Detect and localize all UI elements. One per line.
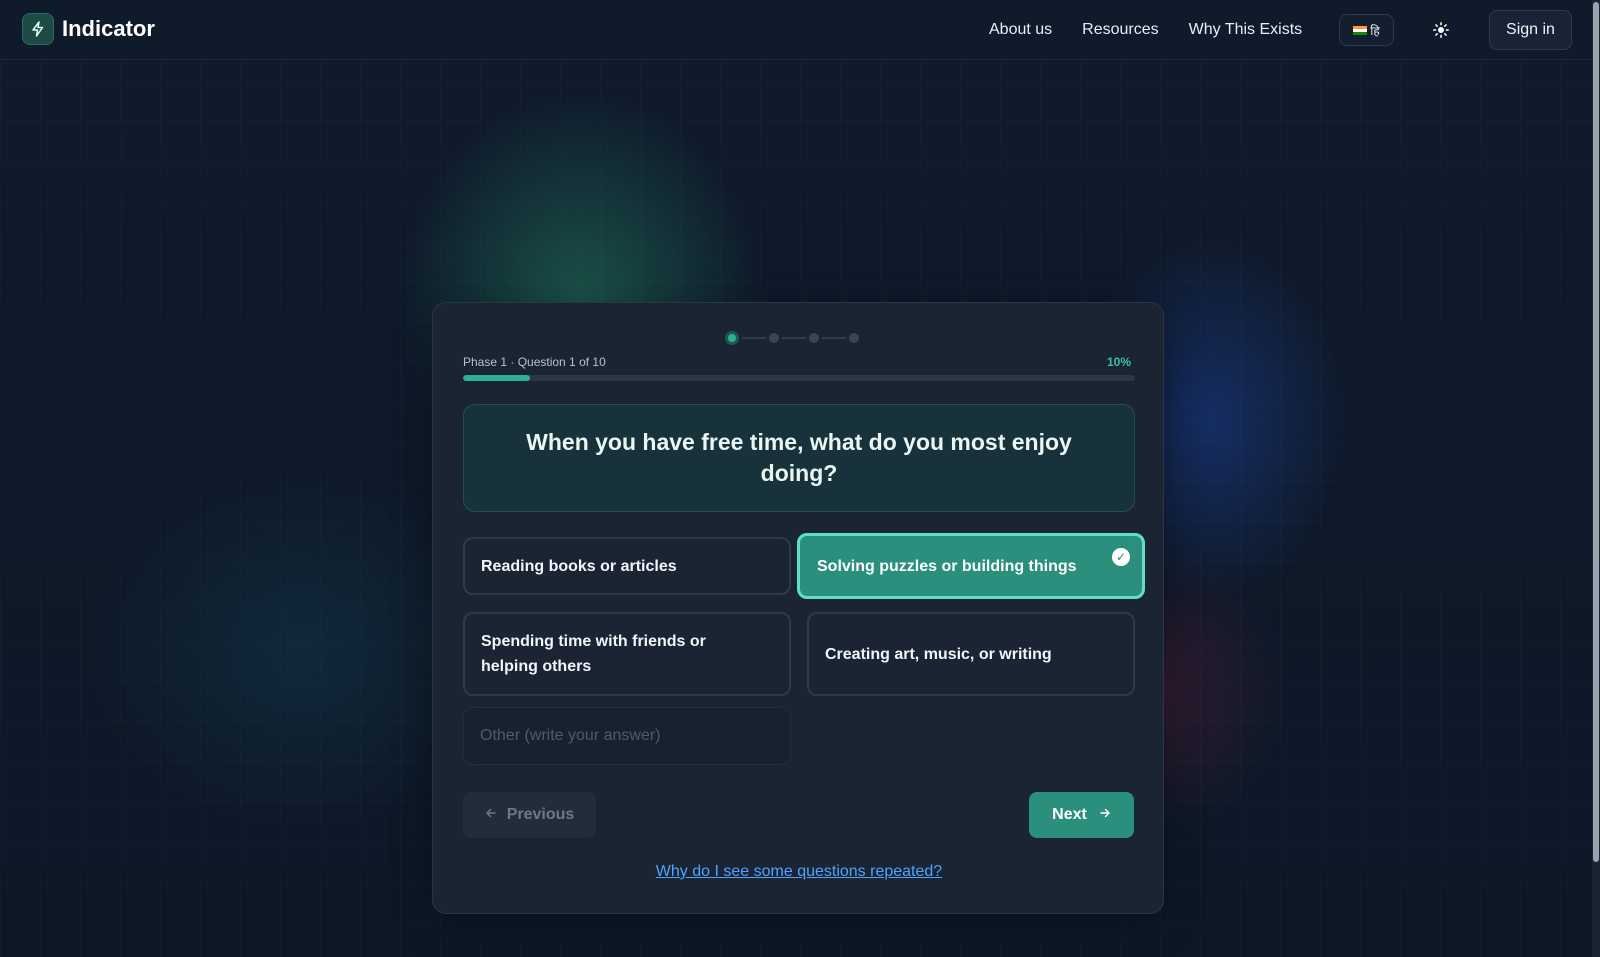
answer-option-reading[interactable]: Reading books or articles (463, 537, 791, 595)
brand-logo[interactable]: Indicator (22, 13, 155, 45)
nav-why-this-exists[interactable]: Why This Exists (1189, 21, 1303, 39)
other-answer-input[interactable] (463, 707, 791, 765)
step-dot-3 (809, 333, 819, 343)
scrollbar-thumb[interactable] (1593, 2, 1599, 862)
brand-name: Indicator (62, 16, 155, 41)
answer-option-puzzles[interactable]: Solving puzzles or building things ✓ (797, 533, 1145, 599)
option-label: Spending time with friends or helping ot… (481, 633, 706, 675)
option-label: Reading books or articles (481, 557, 677, 575)
step-connector (822, 337, 846, 339)
nav-about-us[interactable]: About us (989, 21, 1052, 39)
arrow-right-icon (1099, 806, 1111, 824)
nav-resources[interactable]: Resources (1082, 21, 1158, 39)
next-label: Next (1052, 806, 1087, 823)
question-counter: Phase 1 · Question 1 of 10 (463, 355, 606, 369)
answer-option-friends[interactable]: Spending time with friends or helping ot… (463, 612, 791, 696)
progress-percent: 10% (1106, 355, 1131, 369)
question-text: When you have free time, what do you mos… (526, 429, 1072, 486)
question-panel: When you have free time, what do you mos… (463, 404, 1135, 512)
progress-bar-fill (463, 375, 531, 381)
main-nav: About us Resources Why This Exists (989, 0, 1332, 60)
theme-toggle[interactable] (1425, 14, 1457, 46)
phase-stepper (725, 331, 859, 345)
step-dot-2 (769, 333, 779, 343)
arrow-left-icon (485, 806, 497, 824)
sun-icon (1433, 22, 1449, 38)
previous-label: Previous (506, 806, 575, 823)
sign-in-button[interactable]: Sign in (1489, 10, 1572, 50)
step-connector (742, 337, 766, 339)
quiz-card: Phase 1 · Question 1 of 10 10% When you … (432, 302, 1164, 914)
step-connector (782, 337, 806, 339)
step-dot-4 (849, 333, 859, 343)
india-flag-icon (1353, 25, 1368, 35)
step-dot-1 (725, 331, 739, 345)
option-label: Creating art, music, or writing (825, 645, 1052, 663)
next-button[interactable]: Next (1029, 792, 1134, 838)
progress-bar (463, 375, 1135, 381)
previous-button[interactable]: Previous (463, 792, 596, 838)
repeated-questions-help-link[interactable]: Why do I see some questions repeated? (433, 863, 1165, 881)
language-label: हि (1370, 23, 1380, 38)
option-label: Solving puzzles or building things (817, 557, 1077, 575)
answer-option-art[interactable]: Creating art, music, or writing (807, 612, 1135, 696)
bolt-icon (22, 13, 54, 45)
page-scrollbar[interactable] (1592, 0, 1600, 957)
check-circle-icon: ✓ (1112, 548, 1130, 566)
top-navbar: Indicator About us Resources Why This Ex… (0, 0, 1592, 60)
language-switcher[interactable]: हि (1339, 14, 1394, 46)
